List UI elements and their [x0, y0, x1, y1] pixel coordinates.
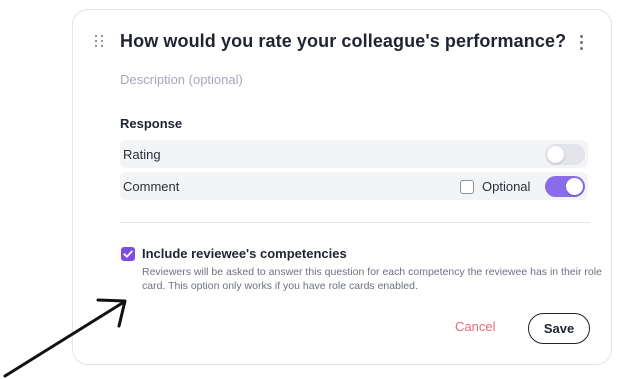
save-button[interactable]: Save	[528, 313, 590, 344]
rating-toggle[interactable]	[545, 144, 585, 165]
checkmark-icon	[123, 250, 133, 258]
competencies-title: Include reviewee's competencies	[142, 246, 347, 261]
cancel-button[interactable]: Cancel	[455, 319, 495, 334]
competencies-checkbox[interactable]	[121, 247, 135, 261]
optional-label: Optional	[482, 179, 531, 194]
question-title[interactable]: How would you rate your colleague's perf…	[120, 31, 566, 52]
toggle-knob	[566, 178, 583, 195]
response-row-comment: Comment Optional	[120, 172, 588, 200]
rating-label: Rating	[123, 146, 161, 162]
toggle-knob	[547, 146, 564, 163]
optional-checkbox[interactable]: Optional	[460, 179, 530, 194]
more-options-icon[interactable]	[577, 34, 585, 52]
annotation-arrow-icon	[3, 298, 127, 378]
comment-toggle[interactable]	[545, 176, 585, 197]
divider	[120, 222, 590, 223]
drag-handle-icon[interactable]	[95, 35, 105, 49]
comment-label: Comment	[123, 178, 180, 194]
response-row-rating: Rating	[120, 140, 588, 168]
response-heading: Response	[120, 116, 183, 131]
description-field[interactable]: Description (optional)	[120, 72, 243, 87]
question-card: How would you rate your colleague's perf…	[72, 9, 612, 365]
checkbox-unchecked-icon[interactable]	[460, 179, 474, 194]
competencies-description: Reviewers will be asked to answer this q…	[142, 266, 602, 292]
